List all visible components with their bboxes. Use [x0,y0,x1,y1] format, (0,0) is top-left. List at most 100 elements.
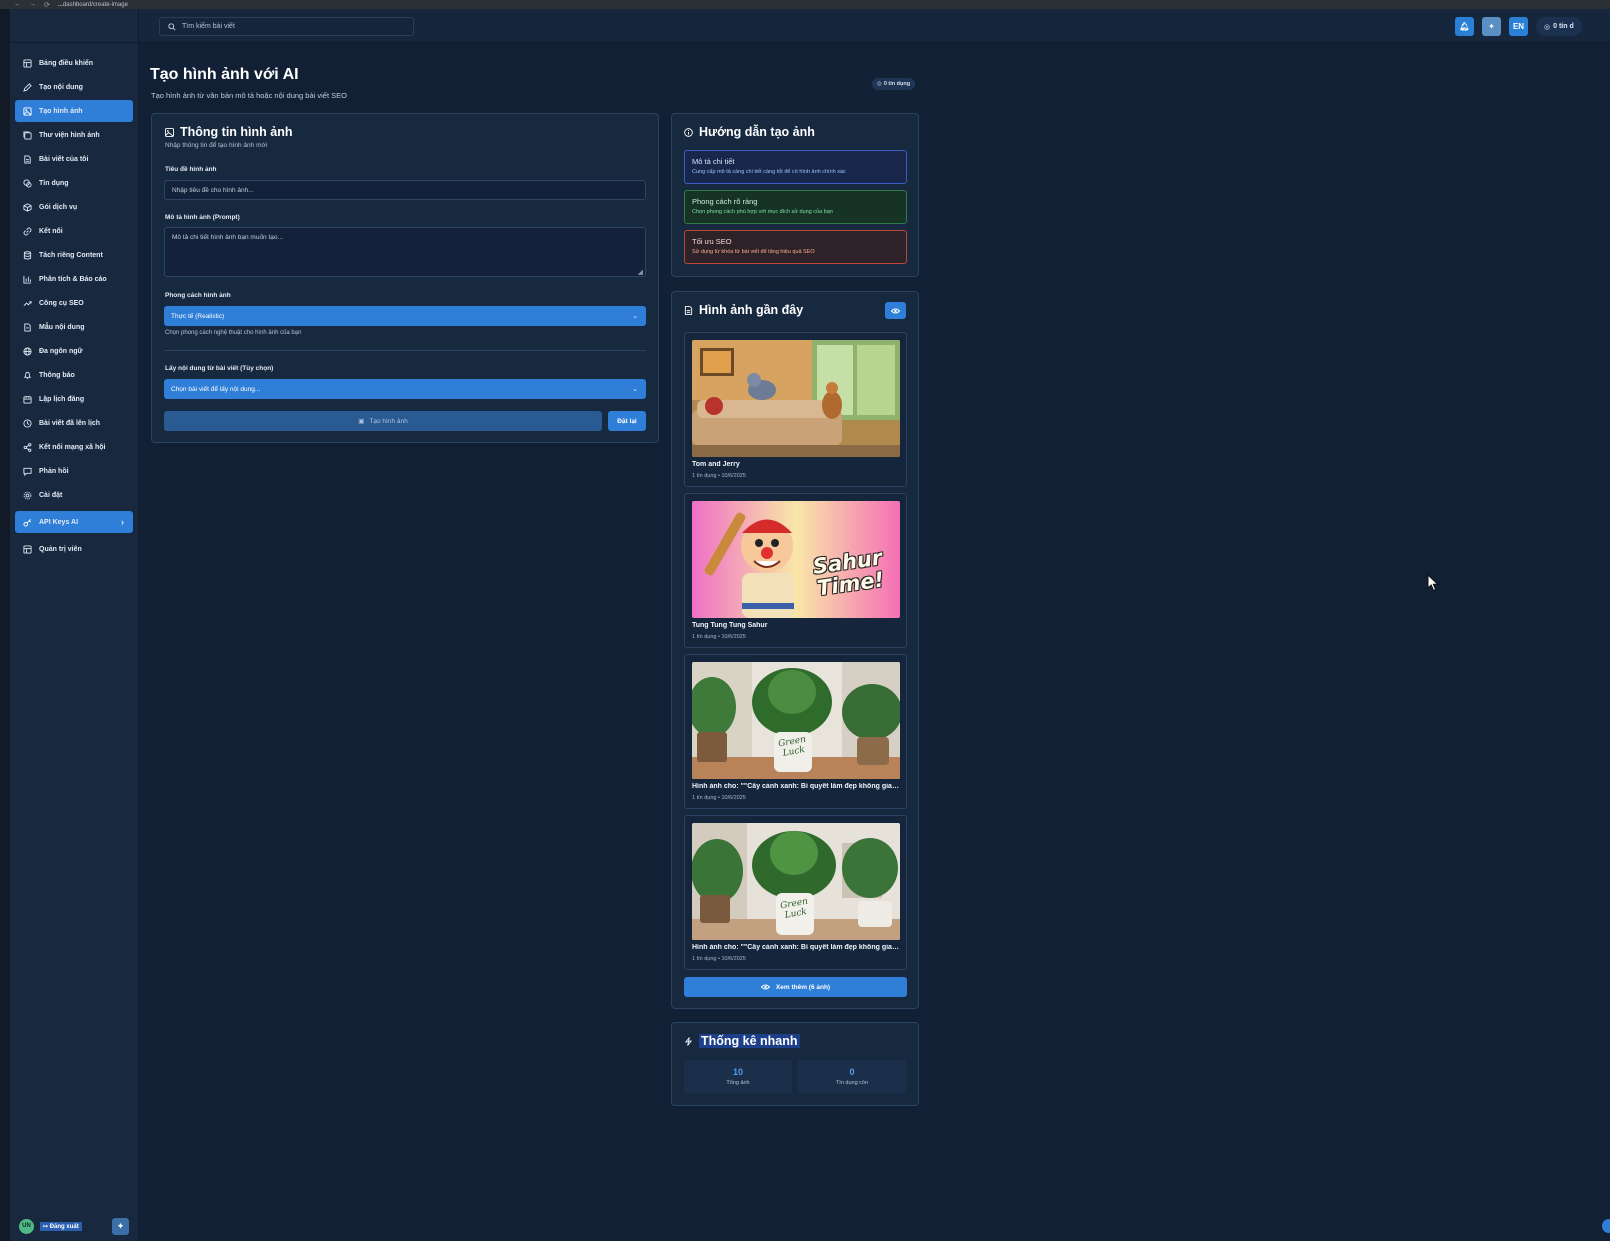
theme-button[interactable]: ✦ [1482,17,1501,36]
coins-icon: ◎ [1544,23,1551,31]
sidebar-item[interactable]: Bài viết đã lên lịch [15,412,133,434]
style-hint: Chọn phong cách nghệ thuật cho hình ảnh … [165,330,302,336]
sidebar-item[interactable]: Mẫu nội dung [15,316,133,338]
recent-image-item[interactable]: Green Luck Hình ảnh cho: ""Cây cảnh xanh… [684,815,907,970]
back-icon[interactable]: ← [14,1,21,8]
stat-credits-left: 0 Tín dụng còn [798,1060,906,1094]
sidebar-item[interactable]: Bài viết của tôi [15,148,133,170]
avatar[interactable]: UN [19,1218,34,1234]
sidebar-item[interactable]: Tạo nội dung [15,76,133,98]
sidebar: Bảng điều khiển Tạo nội dung Tạo hình ảnh T… [10,9,139,1241]
help-bubble-button[interactable] [1602,1219,1610,1233]
image-thumbnail[interactable]: Green Luck [692,662,900,779]
recent-images-title-text: Hình ảnh gần đây [699,303,804,317]
search-placeholder: Tìm kiếm bài viết [182,23,235,30]
bar-chart-icon [23,275,32,284]
image-icon: ▣ [358,418,365,425]
sidebar-item[interactable]: Công cụ SEO [15,292,133,314]
sidebar-item[interactable]: Quản trị viên [15,538,133,560]
image-thumbnail[interactable] [692,340,900,457]
image-info-card: Thông tin hình ảnh Nhập thông tin để tạo… [151,113,659,443]
view-more-label: Xem thêm (6 ảnh) [775,983,831,991]
sidebar-item-label: Tạo hình ảnh [39,107,83,115]
key-icon [23,518,31,527]
chevron-down-icon: ⌄ [632,313,638,320]
sidebar-item[interactable]: API Keys AI › [15,511,133,533]
image-title: Tom and Jerry [692,461,740,468]
reload-icon[interactable]: ⟳ [44,1,50,9]
guide-style-title: Phong cách rõ ràng [692,197,758,206]
guide-detail-title: Mô tả chi tiết [692,157,735,166]
sidebar-item[interactable]: Kết nối mạng xã hội [15,436,133,458]
prompt-textarea[interactable]: Mô tả chi tiết hình ảnh bạn muốn tạo... … [164,227,646,277]
share-icon [23,442,32,452]
guide-detail-desc: Cung cấp mô tả càng chi tiết càng tốt để… [692,169,846,175]
credits-chip[interactable]: ◎ 0 tín d [1536,17,1582,36]
sidebar-item[interactable]: Bảng điều khiển [15,52,133,74]
recent-image-item[interactable]: Tom and Jerry 1 tín dụng • 10/6/2025 [684,332,907,487]
stat-total-images-value: 10 [732,1067,743,1077]
generate-image-button[interactable]: ▣ Tạo hình ảnh [164,411,602,431]
sidebar-item[interactable]: Gói dịch vụ [15,196,133,218]
sidebar-item[interactable]: Thư viện hình ảnh [15,124,133,146]
search-input[interactable]: Tìm kiếm bài viết [159,17,414,36]
recent-image-item[interactable]: Sahur Time! Tung Tung Tung Sahur 1 tín d… [684,493,907,648]
sidebar-item-label: Cài đặt [39,491,63,499]
sidebar-item-label: Công cụ SEO [39,299,84,307]
recent-images-card: Hình ảnh gần đây Tom and Jerry 1 tín dụn… [671,291,919,1009]
sidebar-item[interactable]: Lập lịch đăng [15,388,133,410]
sidebar-item-label: Gói dịch vụ [39,203,78,211]
image-title-input[interactable]: Nhập tiêu đề cho hình ảnh... [164,180,646,200]
lightning-icon [684,1036,693,1046]
view-all-button[interactable] [885,302,906,319]
resize-handle-icon[interactable]: ◢ [638,268,643,276]
logout-link[interactable]: ↦ Đăng xuất [40,1221,82,1231]
sidebar-item[interactable]: Phân tích & Báo cáo [15,268,133,290]
image-info-subtitle: Nhập thông tin để tạo hình ảnh mới [165,142,268,149]
notification-button[interactable]: 🔔︎ [1455,17,1474,36]
theme-toggle-button[interactable]: ✦ [112,1217,129,1235]
sidebar-item-label: Quản trị viên [39,545,82,553]
article-select[interactable]: Chọn bài viết để lấy nội dung... ⌄ [164,379,646,399]
sidebar-item-label: Kết nối [39,227,63,235]
sidebar-item[interactable]: Tách riêng Content [15,244,133,266]
sidebar-item-label: Thư viện hình ảnh [39,131,100,139]
sidebar-item[interactable]: Tạo hình ảnh [15,100,133,122]
eye-icon [891,308,900,313]
calendar-icon [23,395,32,404]
image-title-placeholder: Nhập tiêu đề cho hình ảnh... [172,186,254,194]
chevron-right-icon: › [121,517,124,527]
recent-image-item[interactable]: Green Luck Hình ảnh cho: ""Cây cảnh xanh… [684,654,907,809]
sidebar-item[interactable]: Thông báo [15,364,133,386]
stat-credits-left-value: 0 [849,1067,855,1077]
reset-button[interactable]: Đặt lại [608,411,646,431]
language-button[interactable]: EN [1509,17,1528,36]
style-select-value: Thực tế (Realistic) [171,312,225,320]
sidebar-item[interactable]: Cài đặt [15,484,133,506]
guide-card: Hướng dẫn tạo ảnh Mô tả chi tiết Cung cấ… [671,113,919,277]
bell-icon [23,371,32,379]
sun-icon: ✦ [116,1220,125,1231]
top-actions: 🔔︎ ✦ EN ◎ 0 tín d [1455,17,1582,36]
sidebar-item[interactable]: Đa ngôn ngữ [15,340,133,362]
quick-stats-title: Thống kê nhanh [684,1034,800,1048]
sidebar-item[interactable]: Tín dụng [15,172,133,194]
forward-icon[interactable]: → [29,1,36,8]
credit-badge-label: 0 tín dụng [883,81,911,87]
sidebar-item-label: Lập lịch đăng [39,395,85,403]
image-thumbnail[interactable]: Sahur Time! [692,501,900,618]
image-thumbnail[interactable]: Green Luck [692,823,900,940]
package-icon [23,202,32,212]
image-info-title-text: Thông tin hình ảnh [180,125,293,139]
view-more-button[interactable]: Xem thêm (6 ảnh) [684,977,907,997]
bell-icon: 🔔︎ [1459,22,1470,31]
template-icon [24,322,31,332]
guide-seo-desc: Sử dụng từ khóa từ bài viết để tăng hiệu… [692,249,815,255]
sidebar-item[interactable]: Phản hồi [15,460,133,482]
address-bar[interactable]: ...dashboard/create-image [58,2,128,8]
link-icon [23,226,32,236]
sidebar-item-label: Đa ngôn ngữ [39,347,83,355]
style-select[interactable]: Thực tế (Realistic) ⌄ [164,306,646,326]
sidebar-item[interactable]: Kết nối [15,220,133,242]
database-icon [23,250,32,260]
